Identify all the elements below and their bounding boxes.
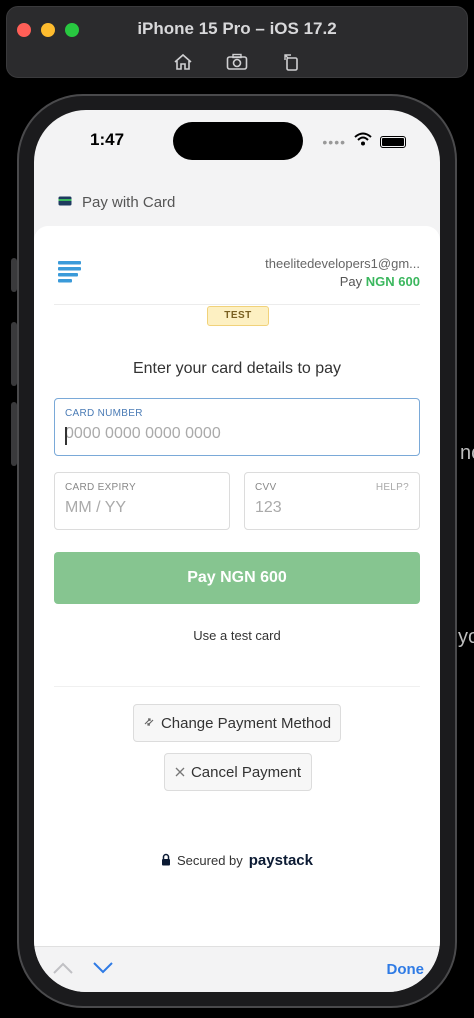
change-payment-method-label: Change Payment Method (160, 714, 332, 732)
keyboard-accessory-toolbar: Done (34, 946, 440, 992)
text-caret (65, 427, 67, 445)
paystack-logo: paystack (248, 852, 313, 869)
cvv-help-link[interactable]: HELP? (376, 482, 409, 493)
volume-down-button (11, 402, 17, 466)
cvv-label: CVV (255, 482, 277, 493)
card-number-label: CARD NUMBER (65, 408, 143, 419)
simulator-window-bar: iPhone 15 Pro – iOS 17.2 (6, 6, 468, 78)
pay-button[interactable]: Pay NGN 600 (54, 552, 420, 604)
lock-icon (161, 853, 171, 869)
card-number-input[interactable] (65, 425, 409, 443)
action-button (11, 258, 17, 292)
card-number-field[interactable]: CARD NUMBER (54, 398, 420, 456)
cvv-input[interactable] (255, 499, 409, 517)
pay-prefix: Pay (339, 274, 363, 289)
battery-icon (380, 135, 406, 148)
merchant-logo-icon (58, 260, 82, 289)
screenshot-icon[interactable] (226, 51, 248, 73)
cvv-field[interactable]: CVV HELP? (244, 472, 420, 530)
nav-title: Pay with Card (82, 193, 176, 211)
chevron-up-icon[interactable] (52, 961, 74, 977)
customer-email: theelitedevelopers1@gm... (265, 256, 420, 271)
divider (54, 304, 420, 305)
pay-amount-line: Pay NGN 600 (340, 274, 420, 289)
home-icon[interactable] (172, 51, 194, 73)
card-expiry-label: CARD EXPIRY (65, 482, 136, 493)
chevron-down-icon[interactable] (92, 961, 114, 977)
card-expiry-field[interactable]: CARD EXPIRY (54, 472, 230, 530)
secured-by-text: Secured by (177, 853, 243, 868)
background-text-fragment: nc (460, 442, 474, 464)
wifi-icon (354, 132, 372, 151)
divider (54, 686, 420, 687)
signal-dots-icon: •••• (322, 133, 346, 150)
change-payment-method-button[interactable]: Change Payment Method (133, 704, 341, 742)
phone-screen: 1:47 •••• Pay with Card theelitedevelope… (34, 110, 440, 992)
cancel-payment-label: Cancel Payment (190, 763, 302, 781)
background-text-fragment: yo (458, 626, 474, 648)
simulator-title: iPhone 15 Pro – iOS 17.2 (137, 19, 337, 38)
payment-sheet: theelitedevelopers1@gm... Pay NGN 600 TE… (34, 226, 440, 946)
dynamic-island (173, 122, 303, 160)
use-test-card-link[interactable]: Use a test card (34, 628, 440, 643)
instruction-text: Enter your card details to pay (132, 360, 342, 377)
card-icon (58, 193, 72, 211)
cancel-payment-button[interactable]: Cancel Payment (164, 753, 312, 791)
close-icon (175, 764, 185, 781)
secured-by-footer: Secured by paystack (34, 852, 440, 869)
volume-up-button (11, 322, 17, 386)
rotate-icon[interactable] (280, 51, 302, 73)
nav-header: Pay with Card (34, 178, 440, 226)
status-bar: 1:47 •••• (34, 110, 440, 166)
pay-amount: NGN 600 (365, 274, 420, 289)
status-time: 1:47 (90, 130, 125, 149)
card-expiry-input[interactable] (65, 499, 219, 517)
done-button[interactable]: Done (387, 961, 425, 978)
merchant-row: theelitedevelopers1@gm... Pay NGN 600 (54, 254, 420, 304)
swap-arrows-icon (143, 715, 155, 732)
test-mode-badge: TEST (207, 306, 269, 326)
